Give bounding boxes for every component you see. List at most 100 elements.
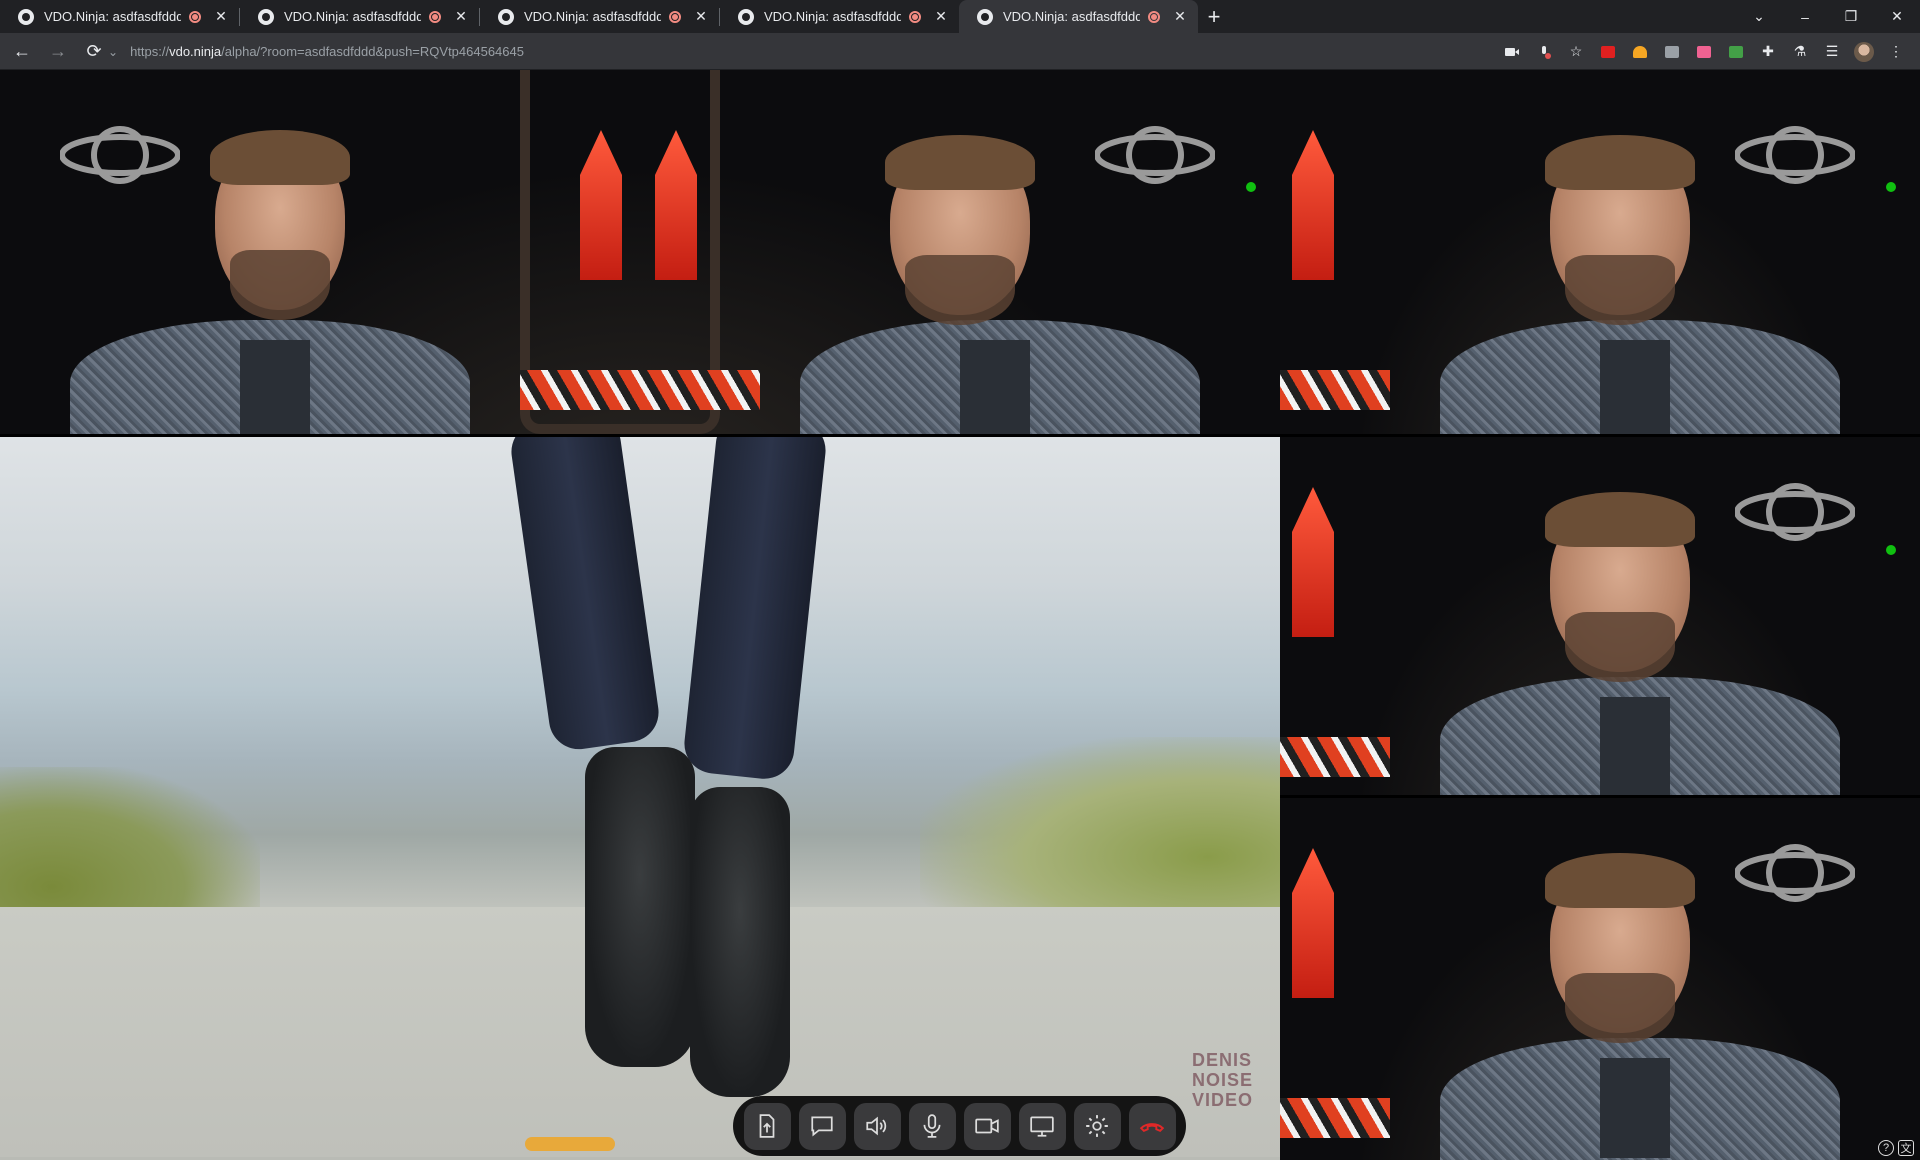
help-icon[interactable]: ? <box>1878 1140 1894 1156</box>
audio-active-indicator <box>1246 182 1256 192</box>
mic-blocked-icon[interactable] <box>1528 38 1560 66</box>
recording-icon <box>429 10 441 23</box>
forward-button[interactable]: → <box>44 37 72 65</box>
extensions-puzzle-icon[interactable]: ✚ <box>1752 38 1784 66</box>
share-file-button[interactable] <box>743 1102 791 1150</box>
new-tab-button[interactable]: + <box>1198 0 1230 33</box>
tab-strip: VDO.Ninja: asdfasdfddd ✕ VDO.Ninja: asdf… <box>0 0 1920 33</box>
minimize-button[interactable]: – <box>1782 0 1828 33</box>
extension-green-icon[interactable] <box>1720 38 1752 66</box>
browser-tab[interactable]: VDO.Ninja: asdfasdfddd ✕ <box>720 0 959 33</box>
close-tab-icon[interactable]: ✕ <box>693 8 709 25</box>
beard <box>230 250 330 320</box>
tab-title: VDO.Ninja: asdfasdfddd <box>764 9 901 24</box>
rocket-base-prop <box>520 370 760 410</box>
extension-red-icon[interactable] <box>1592 38 1624 66</box>
url-host: vdo.ninja <box>169 44 222 59</box>
recording-icon <box>189 10 201 23</box>
vdo-ninja-favicon-icon <box>18 8 34 25</box>
vdo-ninja-favicon-icon <box>258 8 274 25</box>
reload-button[interactable]: ⟳ <box>80 37 108 65</box>
vdo-ninja-favicon-icon <box>977 8 993 25</box>
person-presenter <box>1430 467 1850 795</box>
rocket-prop <box>1292 487 1334 637</box>
microphone-icon <box>923 1114 941 1138</box>
toolbar-icons: ☆ ✚ ⚗ ☰ ⋮ <box>1496 33 1912 70</box>
back-button[interactable]: ← <box>8 37 36 65</box>
vdo-ninja-favicon-icon <box>498 8 514 25</box>
right-boot <box>690 787 790 1097</box>
video-tile-guest-3[interactable] <box>1280 798 1920 1160</box>
language-icon[interactable]: 文 <box>1898 1140 1914 1156</box>
video-tile-guest-1[interactable] <box>1280 70 1920 434</box>
labs-flask-icon[interactable]: ⚗ <box>1784 38 1816 66</box>
recording-icon <box>669 10 681 23</box>
close-tab-icon[interactable]: ✕ <box>1172 8 1188 25</box>
restore-button[interactable]: ❐ <box>1828 0 1874 33</box>
screen-share-icon <box>1030 1116 1054 1137</box>
settings-button[interactable] <box>1073 1102 1121 1150</box>
hair <box>1545 853 1695 908</box>
reading-list-icon[interactable]: ☰ <box>1816 38 1848 66</box>
left-leg <box>507 437 663 754</box>
browser-tab[interactable]: VDO.Ninja: asdfasdfddd ✕ <box>240 0 479 33</box>
video-tile-main-guest[interactable] <box>0 70 1280 434</box>
share-file-icon <box>759 1114 775 1138</box>
shirt <box>1600 697 1670 795</box>
close-tab-icon[interactable]: ✕ <box>453 8 469 25</box>
menu-kebab-icon[interactable]: ⋮ <box>1880 38 1912 66</box>
video-watermark: DENIS NOISE VIDEO <box>1192 1050 1254 1110</box>
rocket-base-prop <box>1280 1098 1390 1138</box>
tab-title: VDO.Ninja: asdfasdfddd <box>44 9 181 24</box>
chat-button[interactable] <box>798 1102 846 1150</box>
microphone-button[interactable] <box>908 1102 956 1150</box>
rocket-prop <box>1292 848 1334 998</box>
camera-icon <box>975 1118 999 1134</box>
close-window-button[interactable]: ✕ <box>1874 0 1920 33</box>
close-tab-icon[interactable]: ✕ <box>213 8 229 25</box>
url-path: /alpha/?room=asdfasdfddd&push=RQVtp46456… <box>221 44 524 59</box>
speaker-button[interactable] <box>853 1102 901 1150</box>
audio-active-indicator <box>1886 182 1896 192</box>
hangup-button[interactable] <box>1128 1102 1176 1150</box>
shirt <box>1600 1058 1670 1158</box>
recording-icon <box>909 10 921 23</box>
beard <box>905 255 1015 325</box>
browser-tab[interactable]: VDO.Ninja: asdfasdfddd ✕ <box>0 0 239 33</box>
chevron-down-icon[interactable]: ⌄ <box>108 45 118 59</box>
address-bar[interactable]: ⌄ https://vdo.ninja/alpha/?room=asdfasdf… <box>108 38 1488 65</box>
hair <box>885 135 1035 190</box>
person-presenter-mirror <box>790 110 1210 434</box>
extension-cloud-icon[interactable] <box>1624 38 1656 66</box>
beard <box>1565 255 1675 325</box>
right-leg <box>681 437 829 782</box>
rocket-base-prop <box>1280 370 1390 410</box>
url-text[interactable]: https://vdo.ninja/alpha/?room=asdfasdfdd… <box>130 44 524 59</box>
chat-icon <box>811 1116 833 1137</box>
camera-button[interactable] <box>963 1102 1011 1150</box>
extension-shield-icon[interactable] <box>1656 38 1688 66</box>
hangup-icon <box>1139 1123 1165 1133</box>
video-tile-guest-2[interactable] <box>1280 437 1920 795</box>
audio-active-indicator <box>1886 545 1896 555</box>
ground-leaf <box>525 1137 615 1151</box>
shirt <box>1600 340 1670 434</box>
bookmark-star-icon[interactable]: ☆ <box>1560 38 1592 66</box>
browser-tab-active[interactable]: VDO.Ninja: asdfasdfddd ✕ <box>959 0 1198 33</box>
shirt <box>960 340 1030 434</box>
extension-pink-icon[interactable] <box>1688 38 1720 66</box>
person-presenter <box>1430 110 1850 434</box>
person-presenter <box>1430 828 1850 1160</box>
rocket-base-prop <box>1280 737 1390 777</box>
tab-search-icon[interactable]: ⌄ <box>1736 0 1782 33</box>
close-tab-icon[interactable]: ✕ <box>933 8 949 25</box>
browser-tab[interactable]: VDO.Ninja: asdfasdfddd ✕ <box>480 0 719 33</box>
avatar[interactable] <box>1848 38 1880 66</box>
video-tile-shared-video[interactable]: DENIS NOISE VIDEO <box>0 437 1280 1160</box>
camera-in-use-icon[interactable] <box>1496 38 1528 66</box>
hair <box>1545 492 1695 547</box>
beard <box>1565 612 1675 682</box>
beard <box>1565 973 1675 1043</box>
screen-share-button[interactable] <box>1018 1102 1066 1150</box>
shirt <box>240 340 310 434</box>
